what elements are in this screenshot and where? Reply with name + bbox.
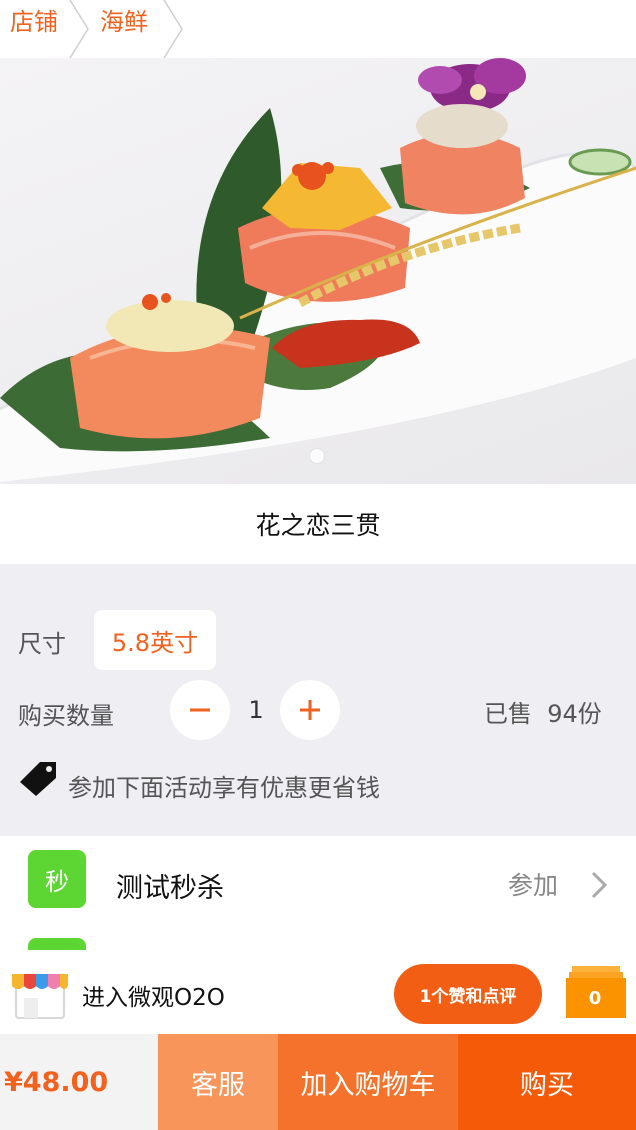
activity-item[interactable]: 秒 测试秒杀 参加 bbox=[0, 836, 636, 936]
like-review-button[interactable]: 1个赞和点评 bbox=[394, 964, 542, 1024]
sold-value: 94份 bbox=[547, 700, 602, 728]
o2o-bar: 进入微观O2O 1个赞和点评 0 bbox=[0, 950, 636, 1034]
tag-icon bbox=[20, 762, 56, 796]
increase-quantity-button[interactable] bbox=[280, 680, 340, 740]
price: ¥48.00 bbox=[0, 1034, 158, 1130]
carousel-indicator[interactable] bbox=[310, 449, 324, 463]
product-name: 花之恋三贯 bbox=[255, 511, 381, 540]
plus-icon bbox=[300, 700, 320, 720]
quantity-value: 1 bbox=[248, 696, 264, 724]
breadcrumb-seafood[interactable]: 海鲜 bbox=[100, 2, 148, 37]
breadcrumb-shop[interactable]: 店铺 bbox=[10, 2, 58, 37]
sold-label: 已售 bbox=[484, 700, 532, 728]
quantity-label: 购买数量 bbox=[18, 702, 114, 730]
size-label: 尺寸 bbox=[18, 630, 66, 658]
o2o-link[interactable]: 进入微观O2O bbox=[82, 978, 225, 1012]
add-to-cart-button[interactable]: 加入购物车 bbox=[278, 1034, 458, 1130]
bottom-action-bar: ¥48.00 客服 加入购物车 购买 bbox=[0, 1034, 636, 1130]
activity-name: 测试秒杀 bbox=[116, 873, 224, 904]
size-option-chip[interactable]: 5.8英寸 bbox=[94, 610, 216, 670]
chevron-separator-icon bbox=[163, 0, 183, 58]
product-image[interactable] bbox=[0, 58, 636, 484]
customer-service-button[interactable]: 客服 bbox=[158, 1034, 278, 1130]
minus-icon bbox=[190, 708, 210, 712]
chevron-separator-icon bbox=[69, 0, 89, 58]
flash-sale-badge: 秒 bbox=[28, 850, 86, 908]
chevron-right-icon bbox=[591, 871, 608, 899]
sold-count: 已售 94份 bbox=[484, 694, 602, 729]
product-photo bbox=[0, 58, 636, 482]
cart-count: 0 bbox=[588, 987, 602, 1009]
purchase-options: 尺寸 5.8英寸 购买数量 1 已售 94份 参加下面活动享有优惠更省钱 bbox=[0, 564, 636, 836]
shop-awning-icon[interactable] bbox=[10, 968, 70, 1020]
decrease-quantity-button[interactable] bbox=[170, 680, 230, 740]
breadcrumb: 店铺 海鲜 bbox=[0, 0, 636, 58]
product-title-bar: 花之恋三贯 bbox=[0, 484, 636, 564]
promo-hint: 参加下面活动享有优惠更省钱 bbox=[68, 774, 380, 802]
buy-button[interactable]: 购买 bbox=[458, 1034, 636, 1130]
join-activity-link[interactable]: 参加 bbox=[508, 866, 558, 902]
